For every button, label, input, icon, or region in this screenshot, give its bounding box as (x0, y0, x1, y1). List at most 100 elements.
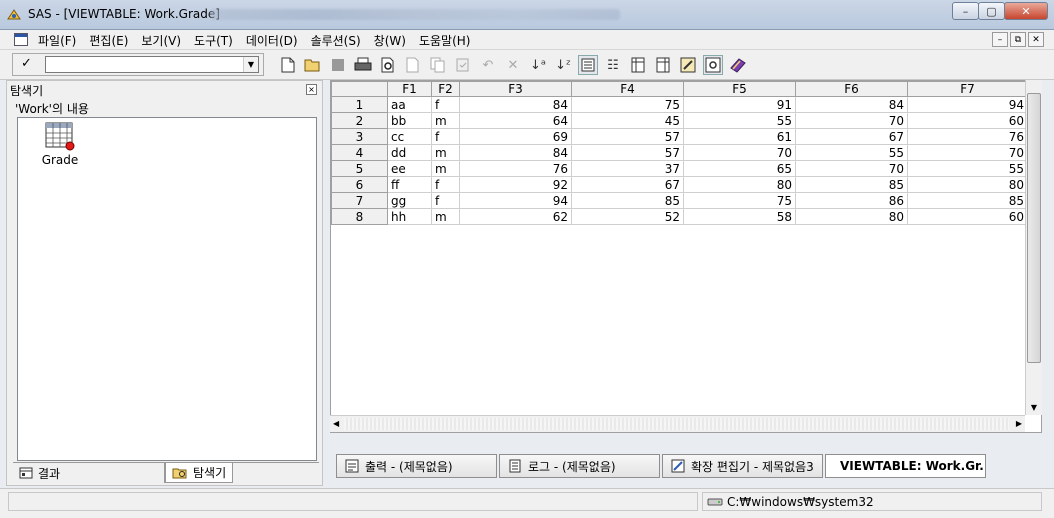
column-header-f4[interactable]: F4 (571, 81, 684, 97)
cell-f6[interactable]: 67 (795, 128, 908, 145)
print-icon[interactable] (353, 55, 373, 75)
cell-f5[interactable]: 70 (683, 144, 796, 161)
row-number[interactable]: 6 (331, 176, 388, 193)
scroll-right-icon[interactable]: ▶ (1016, 416, 1022, 432)
sas-app-icon[interactable] (6, 7, 22, 23)
cell-f6[interactable]: 80 (795, 208, 908, 225)
cell-f3[interactable]: 84 (459, 96, 572, 113)
edit-mode-icon[interactable] (678, 55, 698, 75)
cell-f5[interactable]: 91 (683, 96, 796, 113)
column-attributes-icon[interactable] (628, 55, 648, 75)
sort-ascending-icon[interactable]: ↓ᵃ (528, 55, 548, 75)
find-icon[interactable] (403, 55, 423, 75)
menu-solutions[interactable]: 솔루션(S) (311, 32, 361, 49)
cell-f5[interactable]: 80 (683, 176, 796, 193)
cell-f6[interactable]: 84 (795, 96, 908, 113)
cell-f6[interactable]: 70 (795, 160, 908, 177)
vertical-scroll-thumb[interactable] (1027, 93, 1041, 363)
scroll-left-icon[interactable]: ◀ (333, 416, 339, 432)
row-number[interactable]: 3 (331, 128, 388, 145)
cell-f4[interactable]: 52 (571, 208, 684, 225)
cell-f1[interactable]: gg (387, 192, 432, 209)
row-number[interactable]: 2 (331, 112, 388, 129)
column-header-f7[interactable]: F7 (907, 81, 1028, 97)
cell-f7[interactable]: 55 (907, 160, 1028, 177)
cell-f2[interactable]: m (431, 144, 460, 161)
cell-f6[interactable]: 86 (795, 192, 908, 209)
cell-f2[interactable]: m (431, 208, 460, 225)
paste-icon[interactable] (453, 55, 473, 75)
menu-edit[interactable]: 편집(E) (89, 32, 128, 49)
minimize-button[interactable]: – (952, 2, 979, 20)
cell-f1[interactable]: cc (387, 128, 432, 145)
cell-f4[interactable]: 67 (571, 176, 684, 193)
cell-f4[interactable]: 85 (571, 192, 684, 209)
explorer-close-button[interactable]: × (306, 84, 317, 95)
cell-f4[interactable]: 45 (571, 112, 684, 129)
cell-f3[interactable]: 64 (459, 112, 572, 129)
tab-explorer[interactable]: 탐색기 (165, 463, 234, 483)
cell-f5[interactable]: 65 (683, 160, 796, 177)
row-number[interactable]: 1 (331, 96, 388, 113)
cell-f7[interactable]: 60 (907, 208, 1028, 225)
cell-f6[interactable]: 55 (795, 144, 908, 161)
mdi-window-icon[interactable] (14, 33, 28, 46)
undo-icon[interactable]: ↶ (478, 55, 498, 75)
scroll-down-icon[interactable]: ▼ (1026, 401, 1042, 415)
cell-f4[interactable]: 57 (571, 144, 684, 161)
horizontal-scroll-track[interactable] (344, 418, 1009, 430)
cell-f4[interactable]: 57 (571, 128, 684, 145)
add-column-icon[interactable] (653, 55, 673, 75)
cell-f7[interactable]: 60 (907, 112, 1028, 129)
cell-f7[interactable]: 70 (907, 144, 1028, 161)
mdi-close-button[interactable]: ✕ (1028, 32, 1044, 47)
row-number[interactable]: 4 (331, 144, 388, 161)
cell-f6[interactable]: 70 (795, 112, 908, 129)
vertical-scrollbar[interactable]: ▼ (1025, 80, 1042, 415)
cell-f5[interactable]: 61 (683, 128, 796, 145)
copy-icon[interactable] (428, 55, 448, 75)
cell-f7[interactable]: 85 (907, 192, 1028, 209)
cell-f1[interactable]: aa (387, 96, 432, 113)
cell-f5[interactable]: 75 (683, 192, 796, 209)
cell-f7[interactable]: 76 (907, 128, 1028, 145)
print-preview-icon[interactable] (378, 55, 398, 75)
help-book-icon[interactable] (728, 55, 748, 75)
menu-tools[interactable]: 도구(T) (194, 32, 233, 49)
horizontal-scrollbar[interactable]: ◀ ▶ (330, 415, 1025, 432)
close-button[interactable]: ✕ (1004, 2, 1048, 20)
chevron-down-icon[interactable]: ▼ (243, 57, 258, 72)
cell-f4[interactable]: 75 (571, 96, 684, 113)
tab-output[interactable]: 출력 - (제목없음) (336, 454, 497, 478)
cell-f2[interactable]: f (431, 192, 460, 209)
cell-f2[interactable]: m (431, 112, 460, 129)
cell-f2[interactable]: m (431, 160, 460, 177)
menu-view[interactable]: 보기(V) (141, 32, 181, 49)
tab-results[interactable]: 결과 (13, 463, 165, 483)
cell-f3[interactable]: 84 (459, 144, 572, 161)
menu-file[interactable]: 파일(F) (38, 32, 76, 49)
dataset-item-grade[interactable]: Grade (40, 122, 80, 167)
browse-mode-icon[interactable] (703, 55, 723, 75)
cell-f1[interactable]: dd (387, 144, 432, 161)
cell-f3[interactable]: 92 (459, 176, 572, 193)
mdi-restore-button[interactable]: ⧉ (1010, 32, 1026, 47)
menu-data[interactable]: 데이터(D) (246, 32, 298, 49)
menu-window[interactable]: 창(W) (374, 32, 406, 49)
column-header-f1[interactable]: F1 (387, 81, 432, 97)
cell-f1[interactable]: ff (387, 176, 432, 193)
tab-viewtable[interactable]: VIEWTABLE: Work.Gr... (825, 454, 986, 478)
cell-f3[interactable]: 62 (459, 208, 572, 225)
cell-f5[interactable]: 55 (683, 112, 796, 129)
form-view-icon[interactable] (578, 55, 598, 75)
command-input[interactable]: ▼ (45, 56, 259, 73)
column-header-f6[interactable]: F6 (795, 81, 908, 97)
tab-enhanced-editor[interactable]: 확장 편집기 - 제목없음3 (662, 454, 823, 478)
cell-f6[interactable]: 85 (795, 176, 908, 193)
column-header-f3[interactable]: F3 (459, 81, 572, 97)
row-number[interactable]: 5 (331, 160, 388, 177)
cell-f3[interactable]: 69 (459, 128, 572, 145)
cell-f2[interactable]: f (431, 176, 460, 193)
cell-f7[interactable]: 80 (907, 176, 1028, 193)
sort-descending-icon[interactable]: ↓ᶻ (553, 55, 573, 75)
